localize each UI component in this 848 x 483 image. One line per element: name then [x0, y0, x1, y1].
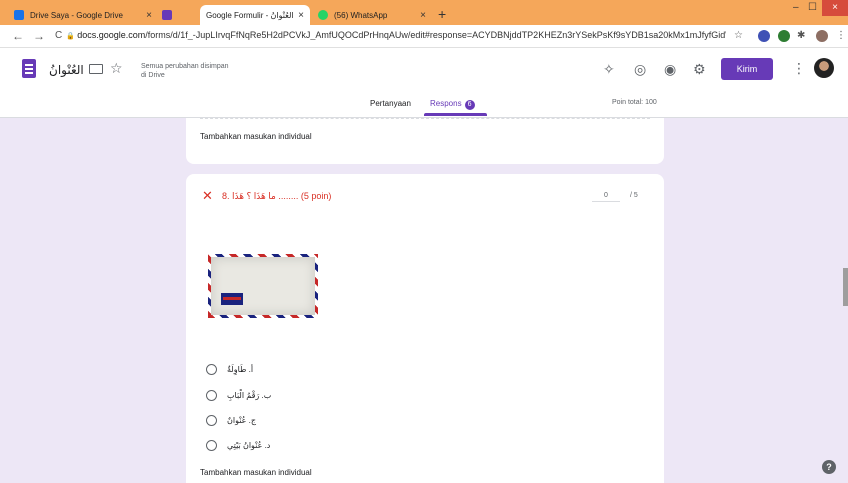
extension-shield-icon[interactable]: [758, 30, 770, 42]
forms-favicon-tab: [162, 5, 172, 25]
palette-icon[interactable]: ◎: [634, 61, 646, 78]
close-window-button[interactable]: ×: [822, 0, 848, 16]
add-feedback-link[interactable]: Tambahkan masukan individual: [200, 132, 312, 141]
profile-avatar[interactable]: [816, 30, 828, 42]
reload-button[interactable]: C: [55, 30, 62, 41]
addon-puzzle-icon[interactable]: ✧: [603, 61, 615, 78]
tab-responses[interactable]: Respons 6: [430, 99, 475, 110]
tab-whatsapp[interactable]: (56) WhatsApp ×: [312, 5, 432, 25]
save-status: Semua perubahan disimpan di Drive: [141, 63, 229, 79]
tab-close-icon[interactable]: ×: [146, 10, 152, 21]
scrollbar[interactable]: [843, 268, 848, 306]
option-label: د. عُنْوانُ بَيْتِي: [227, 440, 271, 450]
radio-button[interactable]: [206, 414, 217, 426]
answer-option[interactable]: أ. طَاوِلَةٌ: [206, 362, 253, 376]
answer-option[interactable]: ب. رَقْمُ الْبَابِ: [206, 388, 271, 402]
tab-close-icon[interactable]: ×: [420, 10, 426, 21]
user-avatar[interactable]: [814, 58, 834, 78]
browser-toolbar: ← → C 🔒 docs.google.com/forms/d/1f_-JupL…: [0, 25, 848, 48]
airmail-envelope-image: [208, 254, 318, 318]
browser-menu-icon[interactable]: ⋮: [836, 30, 846, 41]
folder-icon[interactable]: [89, 64, 103, 74]
question-card: ✕ 8. ما هَذَا ؟ هَذَا ........ (5 poin) …: [186, 174, 664, 483]
address-bar[interactable]: 🔒 docs.google.com/forms/d/1f_-JupLIrvqFf…: [66, 30, 726, 40]
question-title: 8. ما هَذَا ؟ هَذَا ........ (5 poin): [222, 191, 332, 201]
incorrect-x-icon: ✕: [202, 188, 213, 203]
radio-button[interactable]: [206, 363, 217, 375]
radio-button[interactable]: [206, 439, 217, 451]
previous-question-card: Tambahkan masukan individual: [186, 118, 664, 164]
active-tab-indicator: [424, 113, 487, 116]
tab-title: Drive Saya - Google Drive: [30, 10, 123, 20]
preview-eye-icon[interactable]: ◉: [664, 61, 676, 78]
tab-close-icon[interactable]: ×: [298, 10, 304, 21]
bookmark-star-icon[interactable]: ☆: [734, 30, 743, 41]
extensions-puzzle-icon[interactable]: ✱: [797, 30, 805, 41]
help-icon[interactable]: ?: [822, 460, 836, 474]
settings-gear-icon[interactable]: ⚙: [693, 61, 706, 78]
tab-google-forms[interactable]: Google Formulir - العُنْوانُ ×: [200, 5, 310, 25]
form-canvas: Tambahkan masukan individual ✕ 8. ما هَذ…: [0, 118, 848, 483]
url-path: /forms/d/1f_-JupLIrvqFfNqRe5H2dPCVkJ_Amf…: [145, 30, 726, 40]
add-feedback-link[interactable]: Tambahkan masukan individual: [200, 468, 312, 477]
responses-count-badge: 6: [464, 100, 475, 110]
google-forms-icon: [162, 10, 172, 20]
divider: [200, 118, 650, 119]
google-drive-icon: [14, 10, 24, 20]
form-tabs: Pertanyaan Respons 6 Poin total: 100: [0, 95, 848, 117]
tab-google-drive[interactable]: Drive Saya - Google Drive ×: [8, 5, 158, 25]
browser-tab-strip: Drive Saya - Google Drive × Google Formu…: [0, 0, 848, 25]
tab-title: (56) WhatsApp: [334, 10, 388, 20]
envelope-stamp: [221, 293, 243, 305]
answer-option[interactable]: ج. عُنْوانٌ: [206, 413, 256, 427]
maximize-button[interactable]: ☐: [808, 2, 817, 13]
forward-button[interactable]: →: [33, 29, 45, 43]
url-host: docs.google.com: [77, 30, 146, 40]
minimize-button[interactable]: –: [793, 2, 799, 13]
max-points: / 5: [630, 192, 638, 199]
more-menu-icon[interactable]: ⋮: [792, 60, 806, 77]
star-icon[interactable]: ☆: [110, 60, 123, 77]
radio-button[interactable]: [206, 389, 217, 401]
tab-title: Google Formulir - العُنْوانُ: [206, 10, 294, 20]
back-button[interactable]: ←: [12, 29, 24, 43]
form-title[interactable]: العُنْوانُ: [49, 63, 84, 77]
tab-responses-label: Respons: [430, 99, 462, 108]
option-label: ج. عُنْوانٌ: [227, 415, 257, 425]
extension-icon[interactable]: [778, 30, 790, 42]
send-button[interactable]: Kirim: [721, 58, 773, 80]
tab-questions[interactable]: Pertanyaan: [370, 99, 411, 108]
points-total: Poin total: 100: [612, 99, 657, 106]
lock-icon: 🔒: [66, 33, 75, 40]
answer-option[interactable]: د. عُنْوانُ بَيْتِي: [206, 438, 270, 452]
option-label: ب. رَقْمُ الْبَابِ: [227, 390, 272, 400]
score-input[interactable]: 0: [592, 192, 620, 202]
option-label: أ. طَاوِلَةٌ: [227, 364, 254, 374]
new-tab-button[interactable]: +: [438, 6, 446, 22]
google-forms-logo-icon[interactable]: [22, 59, 36, 78]
whatsapp-icon: [318, 10, 328, 20]
